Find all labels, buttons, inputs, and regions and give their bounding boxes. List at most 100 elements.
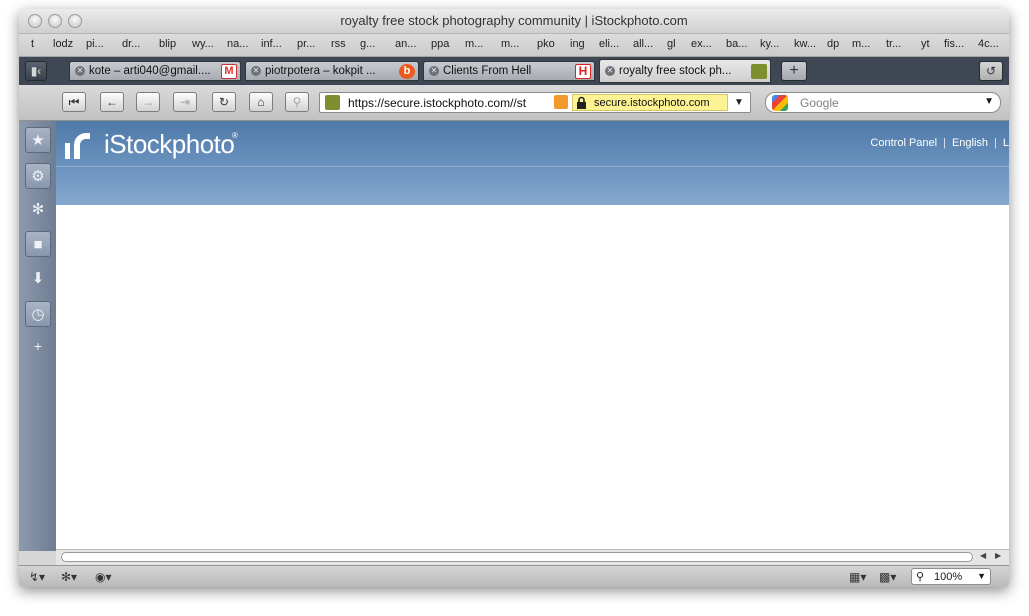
bookmark-item[interactable]: 4c... <box>978 38 999 50</box>
chevron-down-icon[interactable]: ▼ <box>977 571 986 581</box>
horizontal-scrollbar[interactable]: ◀ ▶ <box>56 549 1009 565</box>
tab-label: royalty free stock ph... <box>619 65 732 77</box>
url-text[interactable]: https://secure.istockphoto.com//st <box>348 96 526 110</box>
tab-label: piotrpotera – kokpit ... <box>265 65 376 77</box>
tab-bar: ▮‹ ✕ kote – arti040@gmail.... M ✕ piotrp… <box>19 57 1009 85</box>
google-icon <box>772 95 788 111</box>
bookmark-item[interactable]: eli... <box>599 38 619 50</box>
site-favicon-icon <box>325 95 340 110</box>
new-tab-button[interactable]: + <box>781 61 807 81</box>
home-button[interactable]: ⌂ <box>249 92 273 112</box>
tab-gmail[interactable]: ✕ kote – arti040@gmail.... M <box>69 61 241 81</box>
gear-icon[interactable]: ⚙ <box>25 163 51 189</box>
logo-text: iStockphoto <box>104 129 235 159</box>
status-bar: ↯▾ ✻▾ ◉▾ ▦▾ ▩▾ ⚲ 100% ▼ <box>19 565 1009 587</box>
turbo-icon[interactable]: ◉▾ <box>95 570 112 584</box>
bookmark-item[interactable]: fis... <box>944 38 964 50</box>
header-divider <box>56 166 1009 167</box>
bookmark-item[interactable]: m... <box>852 38 870 50</box>
page-content: iStockphoto ® Control Panel | English | L <box>56 121 1009 551</box>
secure-badge[interactable]: secure.istockphoto.com <box>572 94 728 111</box>
bookmark-item[interactable]: all... <box>633 38 653 50</box>
bookmark-item[interactable]: t <box>31 38 34 50</box>
clock-icon[interactable]: ◷ <box>25 301 51 327</box>
media-icon[interactable]: ▦▾ <box>849 570 866 584</box>
language-link[interactable]: English <box>952 137 988 149</box>
chevron-down-icon[interactable]: ▼ <box>984 96 994 107</box>
window-title: royalty free stock photography community… <box>340 13 688 28</box>
add-panel-icon[interactable]: + <box>25 333 51 359</box>
tab-istockphoto[interactable]: ✕ royalty free stock ph... <box>599 59 771 83</box>
site-header: iStockphoto ® Control Panel | English | L <box>56 121 1009 205</box>
gmail-icon: M <box>221 64 237 79</box>
bookmark-item[interactable]: m... <box>501 38 519 50</box>
bookmark-item[interactable]: ex... <box>691 38 712 50</box>
scroll-left-icon[interactable]: ◀ <box>980 551 986 560</box>
unite-icon[interactable]: ✻▾ <box>61 570 77 584</box>
top-nav: Control Panel | English | L <box>870 137 1009 149</box>
bookmarks-icon[interactable]: ★ <box>25 127 51 153</box>
blip-icon: b <box>399 64 415 79</box>
search-placeholder: Google <box>800 96 839 110</box>
bookmark-item[interactable]: ing <box>570 38 585 50</box>
feeds-icon[interactable]: ✻ <box>25 197 51 223</box>
nav-link-truncated[interactable]: L <box>1003 137 1009 149</box>
close-tab-icon[interactable]: ✕ <box>429 66 439 76</box>
bookmark-item[interactable]: yt <box>921 38 930 50</box>
close-tab-icon[interactable]: ✕ <box>605 66 615 76</box>
reload-button[interactable]: ↻ <box>212 92 236 112</box>
bookmark-item[interactable]: ppa <box>431 38 449 50</box>
search-input[interactable]: Google ▼ <box>765 92 1001 113</box>
h-icon: H <box>575 64 591 79</box>
address-bar[interactable]: https://secure.istockphoto.com//st secur… <box>319 92 751 113</box>
navigation-toolbar: ⏮ ← → ⇥ ↻ ⌂ ⚲ https://secure.istockphoto… <box>19 86 1009 121</box>
history-icon[interactable]: ↺ <box>979 61 1003 81</box>
back-button[interactable]: ← <box>100 92 124 112</box>
istock-icon <box>751 64 767 79</box>
bookmark-item[interactable]: blip <box>159 38 176 50</box>
bookmark-item[interactable]: inf... <box>261 38 282 50</box>
download-icon[interactable]: ⬇ <box>25 266 51 292</box>
bookmark-item[interactable]: pko <box>537 38 555 50</box>
bookmark-item[interactable]: g... <box>360 38 375 50</box>
scroll-right-icon[interactable]: ▶ <box>995 551 1001 560</box>
bookmark-item[interactable]: rss <box>331 38 346 50</box>
sidebar-toggle-icon[interactable]: ▮‹ <box>25 61 47 81</box>
secure-domain: secure.istockphoto.com <box>594 97 710 109</box>
tab-clients-from-hell[interactable]: ✕ Clients From Hell H <box>423 61 595 81</box>
bookmark-item[interactable]: ba... <box>726 38 747 50</box>
view-icon[interactable]: ▩▾ <box>879 570 896 584</box>
tab-label: kote – arti040@gmail.... <box>89 65 211 77</box>
close-tab-icon[interactable]: ✕ <box>75 66 85 76</box>
scrollbar-thumb[interactable] <box>61 552 973 562</box>
fast-forward-button[interactable]: ⇥ <box>173 92 197 112</box>
control-panel-link[interactable]: Control Panel <box>870 137 937 149</box>
bookmark-item[interactable]: tr... <box>886 38 901 50</box>
bookmark-item[interactable]: kw... <box>794 38 816 50</box>
bookmark-item[interactable]: m... <box>465 38 483 50</box>
sync-icon[interactable]: ↯▾ <box>29 570 45 584</box>
zoom-control[interactable]: ⚲ 100% ▼ <box>911 568 991 585</box>
wand-button[interactable]: ⚲ <box>285 92 309 112</box>
tab-blip[interactable]: ✕ piotrpotera – kokpit ... b <box>245 61 419 81</box>
bookmark-item[interactable]: wy... <box>192 38 214 50</box>
forward-button[interactable]: → <box>136 92 160 112</box>
chevron-down-icon[interactable]: ▼ <box>734 97 744 108</box>
bookmark-item[interactable]: dr... <box>122 38 140 50</box>
title-bar: royalty free stock photography community… <box>19 9 1009 34</box>
bookmark-item[interactable]: gl <box>667 38 676 50</box>
bookmark-item[interactable]: ky... <box>760 38 779 50</box>
bookmark-item[interactable]: na... <box>227 38 248 50</box>
close-tab-icon[interactable]: ✕ <box>251 66 261 76</box>
bookmark-item[interactable]: dp <box>827 38 839 50</box>
zoom-value: 100% <box>934 571 963 583</box>
bookmark-item[interactable]: pi... <box>86 38 104 50</box>
rewind-button[interactable]: ⏮ <box>62 92 86 112</box>
notes-icon[interactable]: ■ <box>25 231 51 257</box>
bookmark-item[interactable]: an... <box>395 38 416 50</box>
istock-logo-icon <box>65 133 90 159</box>
sidebar: ★ ⚙ ✻ ■ ⬇ ◷ + <box>19 121 56 551</box>
bookmark-item[interactable]: pr... <box>297 38 315 50</box>
bookmark-item[interactable]: lodz <box>53 38 73 50</box>
rss-icon[interactable] <box>554 95 568 109</box>
